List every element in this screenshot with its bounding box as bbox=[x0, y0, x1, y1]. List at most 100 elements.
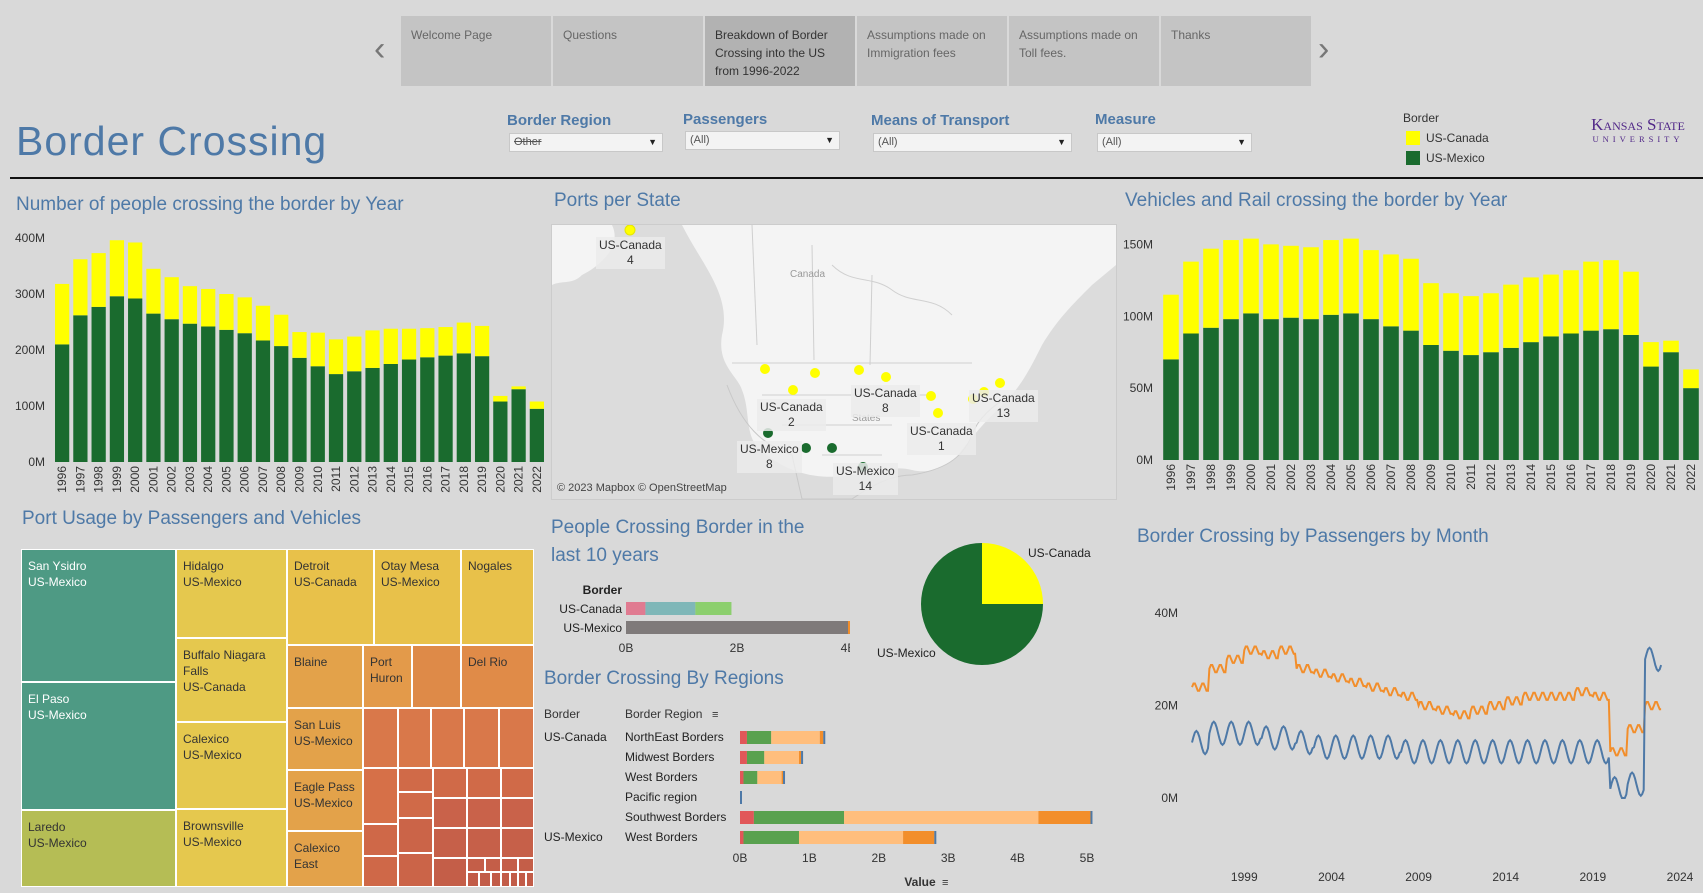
bar-us-mexico[interactable] bbox=[529, 408, 544, 462]
monthly-line-chart[interactable]: 40M 20M 0M 1999 2004 2009 2014 2019 2024 bbox=[1120, 560, 1703, 893]
bar-us-canada[interactable] bbox=[365, 330, 380, 368]
vehicles-by-year-chart[interactable]: 150M 100M 50M 0M 1996 1997 1998 1999 2000 2001 200… bbox=[1118, 222, 1703, 500]
bar-us-mexico[interactable] bbox=[1263, 319, 1279, 460]
bar-us-mexico[interactable] bbox=[1163, 359, 1179, 460]
regions-bar-segment[interactable] bbox=[757, 771, 782, 784]
bar-us-mexico[interactable] bbox=[310, 366, 325, 462]
legend-label-us-canada[interactable]: US-Canada bbox=[1426, 131, 1489, 145]
map-label-us-canada-4[interactable]: US-Canada 4 bbox=[596, 237, 665, 269]
treemap-cell-small[interactable] bbox=[363, 708, 398, 768]
regions-bar-segment[interactable] bbox=[740, 831, 744, 844]
bar-us-mexico[interactable] bbox=[1463, 355, 1479, 460]
treemap-cell-small[interactable] bbox=[501, 872, 510, 887]
bar-us-canada[interactable] bbox=[1203, 248, 1219, 328]
bar-us-mexico[interactable] bbox=[1343, 313, 1359, 460]
bar-us-canada[interactable] bbox=[73, 259, 88, 316]
treemap-cell-small[interactable] bbox=[464, 708, 499, 768]
bar-us-mexico[interactable] bbox=[1643, 366, 1659, 460]
regions-bar-end[interactable] bbox=[823, 731, 826, 744]
treemap-cell-small[interactable] bbox=[431, 708, 464, 768]
bar-us-canada[interactable] bbox=[401, 328, 417, 360]
regions-bar-segment[interactable] bbox=[764, 751, 799, 764]
bar-us-mexico[interactable] bbox=[1523, 342, 1539, 460]
treemap-cell-small[interactable] bbox=[433, 768, 467, 798]
bar-us-canada[interactable] bbox=[474, 325, 490, 357]
bar-us-mexico[interactable] bbox=[511, 389, 526, 462]
treemap-cell-port-huron[interactable]: Port Huron bbox=[363, 645, 412, 708]
bar-us-mexico[interactable] bbox=[146, 313, 161, 462]
port-usage-treemap[interactable]: San Ysidro US-Mexico El Paso US-Mexico Lared… bbox=[21, 549, 534, 887]
bar-us-canada[interactable] bbox=[1243, 238, 1259, 314]
bar-us-canada[interactable] bbox=[292, 332, 307, 358]
treemap-cell-small[interactable] bbox=[467, 798, 501, 828]
story-tab-3[interactable]: Breakdown of Border Crossing into the US… bbox=[705, 16, 855, 86]
bar-us-canada[interactable] bbox=[237, 297, 252, 334]
treemap-cell-small[interactable] bbox=[363, 768, 398, 824]
regions-bar-segment[interactable] bbox=[740, 731, 747, 744]
line-series-blue[interactable] bbox=[1191, 646, 1663, 799]
treemap-cell-nogales[interactable]: Nogales bbox=[461, 549, 534, 645]
bar-us-mexico[interactable] bbox=[1403, 330, 1419, 460]
bar-us-mexico[interactable] bbox=[1603, 329, 1619, 460]
bar-us-mexico[interactable] bbox=[328, 374, 344, 462]
regions-bar-segment[interactable] bbox=[740, 771, 744, 784]
ten-years-bar-segment[interactable] bbox=[848, 621, 850, 634]
filter-border-region-select[interactable]: Other ▼ bbox=[509, 133, 663, 152]
bar-us-canada[interactable] bbox=[1183, 261, 1199, 334]
bar-us-mexico[interactable] bbox=[1223, 319, 1239, 460]
bar-us-canada[interactable] bbox=[1523, 277, 1539, 343]
bar-us-canada[interactable] bbox=[529, 401, 544, 409]
regions-bar-segment[interactable] bbox=[798, 831, 904, 844]
bar-us-canada[interactable] bbox=[1423, 283, 1439, 345]
bar-us-canada[interactable] bbox=[146, 268, 161, 314]
bar-us-mexico[interactable] bbox=[182, 323, 198, 462]
regions-bar-segment[interactable] bbox=[740, 811, 754, 824]
regions-bar-segment[interactable] bbox=[781, 771, 784, 784]
bar-us-canada[interactable] bbox=[1283, 245, 1299, 318]
bar-us-mexico[interactable] bbox=[401, 359, 417, 462]
regions-bar-chart[interactable]: Border Border Region ≡ US-Canada NorthEast B… bbox=[540, 700, 1100, 893]
regions-bar-end[interactable] bbox=[1090, 811, 1093, 824]
map-label-us-mexico-8[interactable]: US-Mexico 8 bbox=[737, 441, 802, 473]
bar-us-mexico[interactable] bbox=[255, 340, 271, 462]
bar-us-mexico[interactable] bbox=[1183, 333, 1199, 461]
treemap-cell-detroit[interactable]: Detroit US-Canada bbox=[287, 549, 374, 645]
bar-us-mexico[interactable] bbox=[474, 356, 490, 462]
filter-passengers-select[interactable]: (All) ▼ bbox=[685, 131, 840, 150]
bar-us-canada[interactable] bbox=[1163, 294, 1179, 360]
bar-us-canada[interactable] bbox=[201, 288, 216, 327]
map-label-us-canada-2[interactable]: US-Canada 2 bbox=[757, 399, 826, 431]
bar-us-canada[interactable] bbox=[1643, 342, 1659, 367]
regions-bar-end[interactable] bbox=[740, 791, 742, 804]
bar-us-mexico[interactable] bbox=[128, 298, 143, 462]
treemap-cell-small[interactable] bbox=[499, 708, 534, 768]
story-tab-2[interactable]: Questions bbox=[553, 16, 703, 86]
legend-label-us-mexico[interactable]: US-Mexico bbox=[1426, 151, 1485, 165]
treemap-cell-small[interactable] bbox=[398, 792, 433, 818]
ten-years-bar-segment[interactable] bbox=[626, 602, 646, 615]
bar-us-canada[interactable] bbox=[255, 305, 271, 341]
bar-us-mexico[interactable] bbox=[1583, 330, 1599, 460]
bar-us-mexico[interactable] bbox=[237, 333, 252, 462]
treemap-cell-small[interactable] bbox=[501, 798, 534, 828]
treemap-cell-small[interactable] bbox=[501, 768, 534, 798]
bar-us-canada[interactable] bbox=[1583, 261, 1599, 331]
bar-us-canada[interactable] bbox=[164, 277, 179, 320]
bar-us-mexico[interactable] bbox=[55, 344, 70, 462]
story-tab-6[interactable]: Thanks bbox=[1161, 16, 1311, 86]
treemap-cell-small[interactable] bbox=[501, 828, 534, 858]
treemap-cell-san-ysidro[interactable]: San Ysidro US-Mexico bbox=[21, 549, 176, 682]
regions-bar-segment[interactable] bbox=[1038, 811, 1091, 824]
bar-us-mexico[interactable] bbox=[493, 401, 508, 462]
treemap-cell-small[interactable] bbox=[518, 872, 526, 887]
treemap-cell-blaine[interactable]: Blaine bbox=[287, 645, 363, 708]
bar-us-mexico[interactable] bbox=[1563, 333, 1579, 461]
bar-us-canada[interactable] bbox=[456, 322, 471, 354]
bar-us-canada[interactable] bbox=[91, 253, 106, 307]
bar-us-mexico[interactable] bbox=[1423, 345, 1439, 460]
ten-years-pie-chart[interactable]: US-Canada US-Mexico bbox=[860, 530, 1110, 670]
ten-years-bar-segment[interactable] bbox=[695, 602, 732, 615]
treemap-cell-small[interactable] bbox=[433, 828, 467, 858]
treemap-cell-small[interactable] bbox=[467, 858, 485, 872]
bar-us-canada[interactable] bbox=[310, 332, 325, 367]
